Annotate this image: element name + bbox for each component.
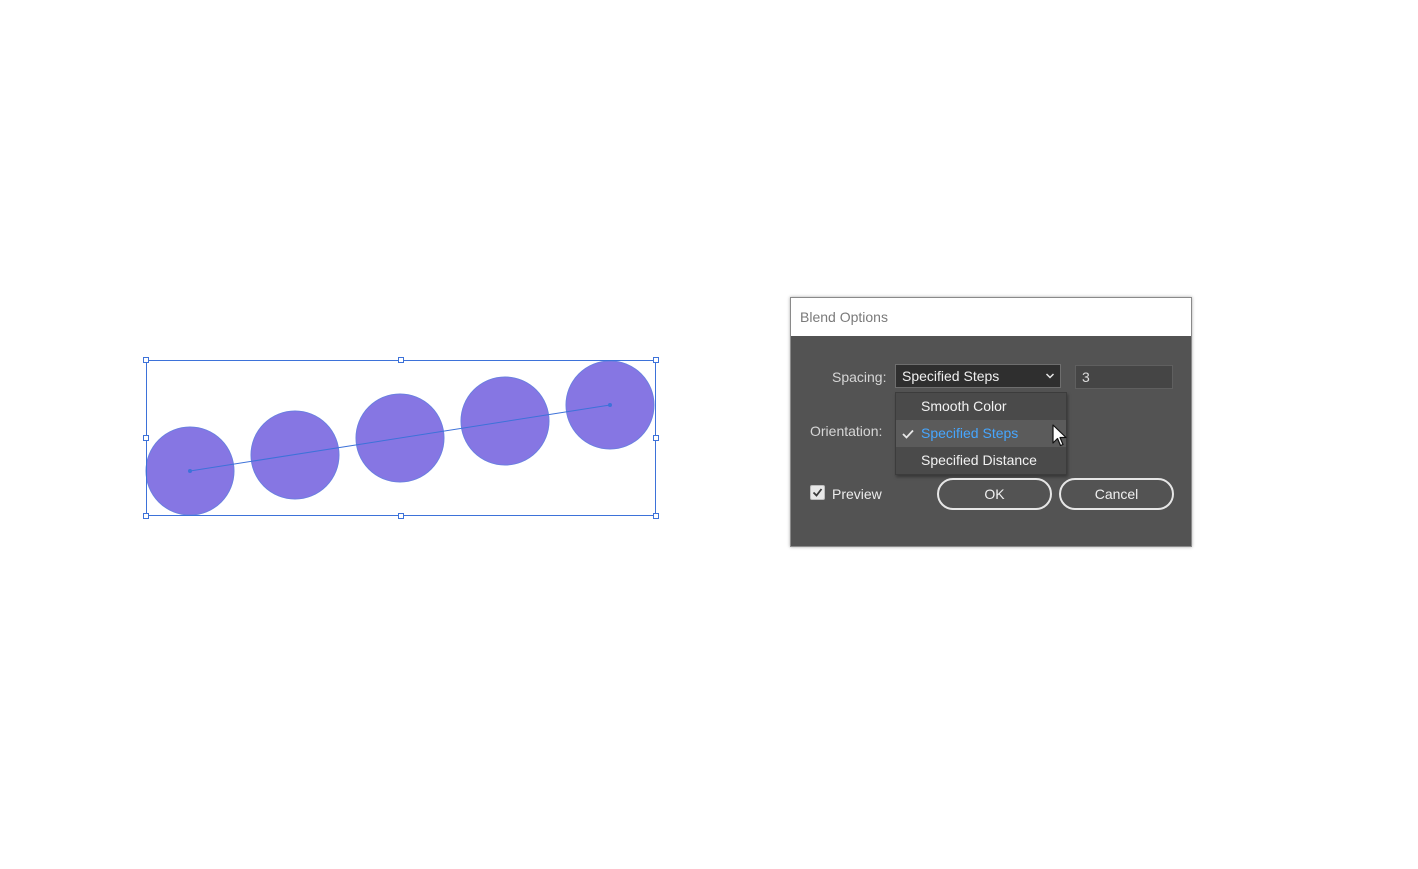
menu-item-specified-steps[interactable]: Specified Steps (896, 420, 1066, 447)
menu-item-label: Smooth Color (921, 398, 1007, 414)
spine-anchor[interactable] (608, 403, 612, 407)
checkmark-icon (902, 429, 914, 439)
preview-label[interactable]: Preview (832, 486, 882, 502)
orientation-label: Orientation: (810, 423, 883, 439)
dialog-titlebar[interactable]: Blend Options (791, 298, 1191, 336)
steps-input[interactable] (1075, 365, 1173, 389)
ok-button[interactable]: OK (937, 478, 1052, 510)
dialog-title: Blend Options (800, 309, 888, 325)
bounding-handle[interactable] (653, 357, 659, 363)
bounding-handle[interactable] (143, 357, 149, 363)
bounding-handle[interactable] (398, 357, 404, 363)
spacing-label: Spacing: (832, 369, 887, 385)
blend-options-dialog: Blend Options Spacing: Specified Steps O… (790, 297, 1192, 547)
bounding-handle[interactable] (143, 435, 149, 441)
menu-item-label: Specified Distance (921, 452, 1037, 468)
artboard[interactable] (0, 0, 1418, 869)
bounding-handle[interactable] (398, 513, 404, 519)
menu-item-smooth-color[interactable]: Smooth Color (896, 393, 1066, 420)
menu-item-specified-distance[interactable]: Specified Distance (896, 447, 1066, 474)
mouse-pointer-icon (1052, 424, 1067, 447)
bounding-handle[interactable] (143, 513, 149, 519)
spacing-dropdown-menu: Smooth Color Specified Steps Specified D… (895, 392, 1067, 475)
bounding-handle[interactable] (653, 513, 659, 519)
menu-item-label: Specified Steps (921, 425, 1019, 441)
spine-anchor[interactable] (188, 469, 192, 473)
cancel-button[interactable]: Cancel (1059, 478, 1174, 510)
checkmark-icon (812, 488, 823, 497)
chevron-down-icon (1045, 373, 1055, 379)
bounding-handle[interactable] (653, 435, 659, 441)
spacing-select[interactable]: Specified Steps (895, 364, 1061, 388)
preview-checkbox[interactable] (810, 485, 825, 500)
spacing-select-value: Specified Steps (902, 368, 1000, 384)
